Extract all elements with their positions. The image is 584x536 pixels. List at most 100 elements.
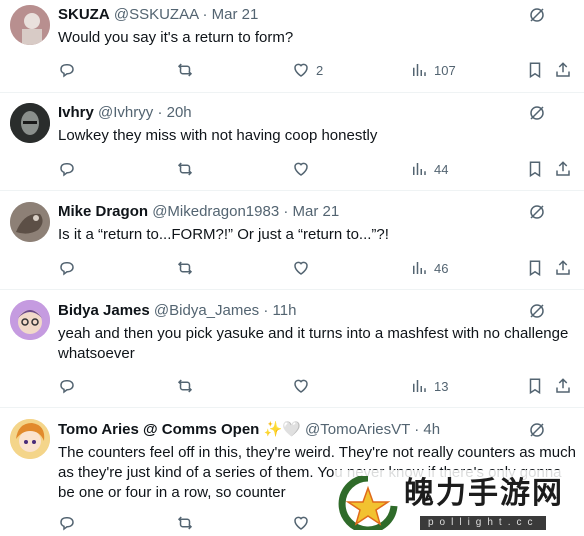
user-name[interactable]: Bidya James	[58, 302, 150, 319]
grok-icon[interactable]	[528, 104, 546, 122]
share-button[interactable]	[554, 258, 572, 278]
share-button[interactable]	[554, 376, 572, 396]
bookmark-icon	[529, 378, 541, 395]
repost-icon	[177, 261, 193, 275]
grok-icon[interactable]	[528, 302, 546, 320]
bookmark-icon	[529, 161, 541, 178]
tweet-header: Mike Dragon @Mikedragon1983 · Mar 21	[58, 202, 524, 222]
heart-icon	[294, 379, 308, 393]
repost-button[interactable]	[176, 513, 194, 533]
bookmark-button[interactable]	[526, 60, 544, 80]
separator: ·	[414, 421, 420, 438]
user-handle[interactable]: @SSKUZAA	[114, 6, 198, 23]
user-name[interactable]: Mike Dragon	[58, 203, 148, 220]
repost-icon	[177, 162, 193, 176]
tweet-actions: 2 107	[58, 60, 584, 80]
reply-button[interactable]	[58, 60, 76, 80]
bookmark-button[interactable]	[526, 376, 544, 396]
grok-icon[interactable]	[528, 421, 546, 439]
reply-icon	[60, 517, 74, 531]
timestamp[interactable]: 11h	[273, 302, 297, 319]
watermark-logo-icon	[338, 476, 398, 530]
avatar[interactable]	[10, 202, 50, 242]
analytics-icon	[413, 262, 426, 274]
reply-button[interactable]	[58, 376, 76, 396]
reply-tweet[interactable]: SKUZA @SSKUZAA · Mar 21 Would you say it…	[0, 0, 584, 93]
share-icon	[556, 161, 570, 176]
share-button[interactable]	[554, 60, 572, 80]
tweet-header: Tomo Aries @ Comms Open ✨🤍 @TomoAriesVT …	[58, 420, 524, 440]
repost-icon	[177, 379, 193, 393]
grok-icon[interactable]	[528, 6, 546, 24]
tweet-header: Ivhry @Ivhryy · 20h	[58, 103, 524, 123]
separator: ·	[202, 6, 208, 23]
reply-tweet[interactable]: Mike Dragon @Mikedragon1983 · Mar 21 Is …	[0, 190, 584, 290]
repost-button[interactable]	[176, 258, 194, 278]
user-handle[interactable]: @Bidya_James	[154, 302, 259, 319]
like-button[interactable]	[292, 159, 316, 179]
reply-tweet[interactable]: Bidya James @Bidya_James · 11h yeah and …	[0, 289, 584, 408]
share-button[interactable]	[554, 159, 572, 179]
separator: ·	[263, 302, 269, 319]
like-button[interactable]: 2	[292, 60, 323, 80]
timestamp[interactable]: Mar 21	[212, 6, 259, 23]
repost-button[interactable]	[176, 376, 194, 396]
like-count: 2	[316, 62, 324, 78]
bookmark-button[interactable]	[526, 159, 544, 179]
repost-button[interactable]	[176, 60, 194, 80]
reply-button[interactable]	[58, 513, 76, 533]
like-button[interactable]	[292, 376, 316, 396]
user-handle[interactable]: @Mikedragon1983	[152, 203, 279, 220]
reply-icon	[60, 64, 74, 78]
avatar[interactable]	[10, 419, 50, 459]
avatar[interactable]	[10, 5, 50, 45]
separator: ·	[283, 203, 289, 220]
view-count: 46	[434, 260, 449, 276]
analytics-icon	[413, 64, 426, 76]
tweet-actions: 46	[58, 258, 584, 278]
views-button[interactable]: 13	[410, 376, 448, 396]
watermark-url: pollight.cc	[420, 516, 547, 530]
analytics-icon	[413, 380, 426, 392]
reply-button[interactable]	[58, 258, 76, 278]
views-button[interactable]: 46	[410, 258, 448, 278]
grok-icon[interactable]	[528, 203, 546, 221]
views-button[interactable]: 44	[410, 159, 448, 179]
bookmark-button[interactable]	[526, 258, 544, 278]
user-handle[interactable]: @TomoAriesVT	[305, 421, 410, 438]
emoji: ✨🤍	[263, 421, 301, 438]
view-count: 107	[434, 62, 456, 78]
timestamp[interactable]: 4h	[423, 421, 440, 438]
heart-icon	[294, 63, 308, 77]
reply-button[interactable]	[58, 159, 76, 179]
watermark: 魄力手游网 pollight.cc	[334, 470, 584, 536]
view-count: 44	[434, 161, 449, 177]
tweet-text: Would you say it's a return to form?	[58, 29, 294, 46]
heart-icon	[294, 516, 308, 530]
repost-button[interactable]	[176, 159, 194, 179]
user-name[interactable]: Ivhry	[58, 104, 94, 121]
like-button[interactable]	[292, 258, 316, 278]
tweet-text: Lowkey they miss with not having coop ho…	[58, 127, 378, 144]
views-button[interactable]: 107	[410, 60, 456, 80]
repost-icon	[177, 516, 193, 530]
tweet-header: Bidya James @Bidya_James · 11h	[58, 301, 524, 321]
avatar[interactable]	[10, 300, 50, 340]
tweet-actions: 13	[58, 376, 584, 396]
reply-tweet[interactable]: Ivhry @Ivhryy · 20h Lowkey they miss wit…	[0, 92, 584, 191]
reply-icon	[60, 163, 74, 177]
timestamp[interactable]: 20h	[167, 104, 192, 121]
heart-icon	[294, 162, 308, 176]
user-handle[interactable]: @Ivhryy	[98, 104, 153, 121]
reply-icon	[60, 262, 74, 276]
like-button[interactable]	[292, 513, 310, 533]
user-name[interactable]: SKUZA	[58, 6, 110, 23]
avatar[interactable]	[10, 103, 50, 143]
timestamp[interactable]: Mar 21	[293, 203, 340, 220]
tweet-text: yeah and then you pick yasuke and it tur…	[58, 325, 569, 362]
share-icon	[556, 378, 570, 393]
user-name[interactable]: Tomo Aries @ Comms Open	[58, 421, 259, 438]
separator: ·	[157, 104, 163, 121]
reply-icon	[60, 380, 74, 394]
tweet-actions: 44	[58, 159, 584, 179]
